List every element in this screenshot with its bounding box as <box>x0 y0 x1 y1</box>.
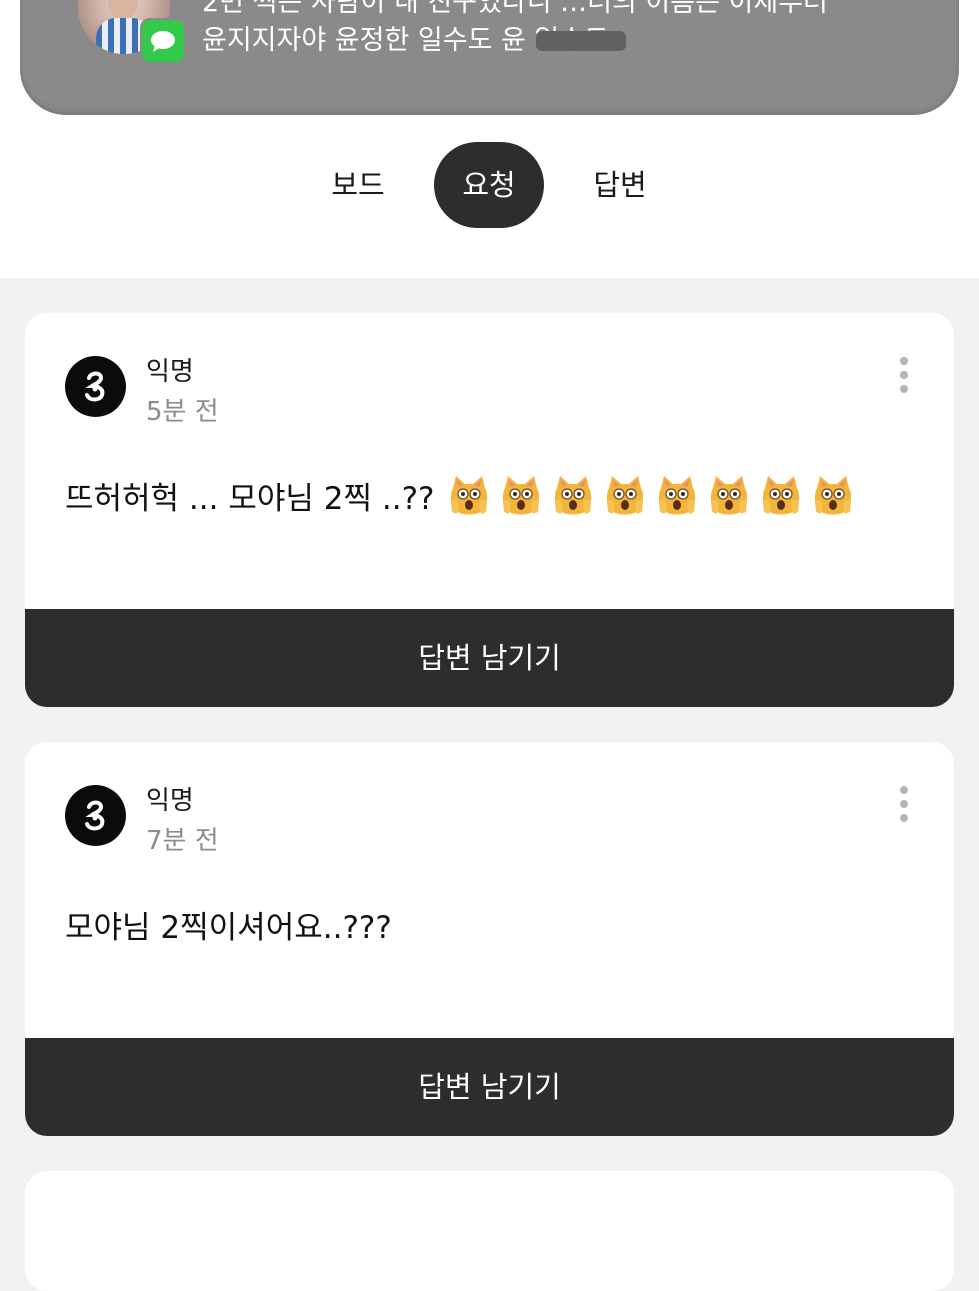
notification-line-1: 2번 찍는 사람이 내 친구였다니 …너의 이름은 이제부터 <box>202 0 828 18</box>
more-options-icon[interactable] <box>891 784 917 824</box>
post-content: 뜨허허헉 ... 모야님 2찍 ..?? <box>65 473 854 518</box>
app-logo-icon <box>85 371 105 402</box>
tab-answer[interactable]: 답변 <box>580 142 660 228</box>
anonymous-avatar <box>65 785 126 846</box>
weary-cat-face-icon <box>500 474 542 518</box>
weary-cat-face-icon <box>604 474 646 518</box>
post-time: 5분 전 <box>146 397 219 427</box>
weary-cat-face-icon <box>708 474 750 518</box>
post-card: 익명 7분 전 모야님 2찍이셔어요..??? 답변 남기기 <box>25 742 954 1136</box>
more-options-icon[interactable] <box>891 355 917 395</box>
reply-button[interactable]: 답변 남기기 <box>25 609 954 707</box>
weary-cat-face-icon <box>448 474 490 518</box>
post-author: 익명 <box>146 786 194 816</box>
weary-cat-face-icon <box>552 474 594 518</box>
redaction-mark <box>536 31 626 51</box>
notification-text: 2번 찍는 사람이 내 친구였다니 …너의 이름은 이제부터 윤지지자야 윤정한… <box>202 0 942 60</box>
weary-cat-face-icon <box>812 474 854 518</box>
tab-board[interactable]: 보드 <box>318 142 398 228</box>
message-notification-banner[interactable]: 2번 찍는 사람이 내 친구였다니 …너의 이름은 이제부터 윤지지자야 윤정한… <box>20 0 959 115</box>
post-content: 모야님 2찍이셔어요..??? <box>65 902 392 947</box>
anonymous-avatar <box>65 356 126 417</box>
post-card: 익명 5분 전 뜨허허헉 ... 모야님 2찍 ..?? 답변 남기기 <box>25 313 954 707</box>
post-text: 모야님 2찍이셔어요..??? <box>65 910 392 946</box>
messages-app-icon <box>140 18 186 64</box>
header-area: 2번 찍는 사람이 내 친구였다니 …너의 이름은 이제부터 윤지지자야 윤정한… <box>0 0 979 278</box>
app-logo-icon <box>85 800 105 831</box>
post-text: 뜨허허헉 ... 모야님 2찍 ..?? <box>65 481 435 517</box>
post-card <box>25 1171 954 1291</box>
post-time: 7분 전 <box>146 826 219 856</box>
emoji-row <box>448 474 854 518</box>
weary-cat-face-icon <box>760 474 802 518</box>
reply-button[interactable]: 답변 남기기 <box>25 1038 954 1136</box>
tab-request[interactable]: 요청 <box>434 142 544 228</box>
tab-bar: 보드 요청 답변 <box>0 142 979 228</box>
weary-cat-face-icon <box>656 474 698 518</box>
post-author: 익명 <box>146 357 194 387</box>
